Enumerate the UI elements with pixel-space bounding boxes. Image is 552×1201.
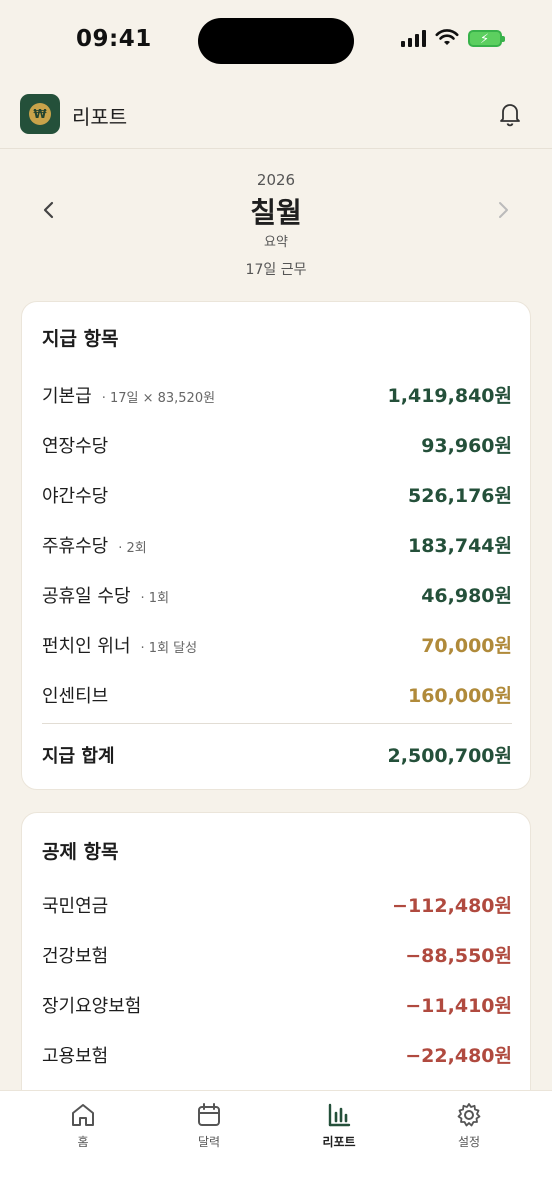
tab-label: 설정 xyxy=(457,1135,481,1149)
row-note: · 17일 × 83,520원 xyxy=(101,391,216,406)
earnings-total-row: 지급 합계 2,500,700원 xyxy=(42,738,512,768)
status-bar: 09:41 ⚡ xyxy=(0,0,552,82)
row-label: 연장수당 xyxy=(42,436,109,457)
row-label: 주휴수당 xyxy=(42,536,109,557)
row-amount: −22,480원 xyxy=(405,1045,512,1067)
row-note: · 1회 달성 xyxy=(140,641,198,656)
row-label: 건강보험 xyxy=(42,946,109,967)
row-amount: −88,550원 xyxy=(405,945,512,967)
row-amount: 46,980원 xyxy=(421,585,512,607)
tab-label: 달력 xyxy=(197,1135,221,1149)
row-label: 펀치인 위너 xyxy=(42,636,131,657)
tab-settings[interactable]: 설정 xyxy=(419,1101,519,1150)
year-label: 2026 xyxy=(256,171,296,189)
home-icon xyxy=(72,1104,94,1126)
battery-charging-icon: ⚡ xyxy=(468,29,505,47)
total-amount: 2,500,700원 xyxy=(387,745,512,767)
earnings-row: 연장수당 93,960원 xyxy=(42,428,512,458)
row-label: 공휴일 수당 xyxy=(42,586,131,607)
row-label: 야간수당 xyxy=(42,486,109,507)
gear-icon xyxy=(457,1103,481,1127)
next-month-chevron-icon[interactable] xyxy=(494,201,512,219)
summary-label: 요약 xyxy=(264,235,288,250)
deduction-row: 장기요양보험 −11,410원 xyxy=(42,988,512,1018)
page-title: 리포트 xyxy=(72,105,128,129)
earnings-row: 주휴수당 · 2회 183,744원 xyxy=(42,528,512,558)
deduction-row: 건강보험 −88,550원 xyxy=(42,938,512,968)
earnings-row: 펀치인 위너 · 1회 달성 70,000원 xyxy=(42,628,512,658)
row-label: 기본급 xyxy=(42,386,92,407)
row-amount: −112,480원 xyxy=(392,895,512,917)
earnings-row: 공휴일 수당 · 1회 46,980원 xyxy=(42,578,512,608)
tab-label: 홈 xyxy=(77,1135,89,1149)
row-note: · 1회 xyxy=(140,591,170,606)
row-amount: 1,419,840원 xyxy=(387,385,512,407)
month-label: 칠월 xyxy=(250,196,302,229)
row-label: 국민연금 xyxy=(42,896,109,917)
wifi-icon xyxy=(435,29,459,45)
calendar-icon xyxy=(198,1103,220,1126)
row-amount: −11,410원 xyxy=(405,995,512,1017)
won-coin-icon: ₩ xyxy=(29,103,51,125)
app-logo: ₩ xyxy=(20,94,60,134)
bottom-tab-bar: 홈 달력 리포트 설정 xyxy=(0,1090,552,1201)
deductions-card: 공제 항목 국민연금 −112,480원 건강보험 −88,550원 장기요양보… xyxy=(21,812,531,1132)
earnings-title: 지급 항목 xyxy=(42,328,119,350)
earnings-card: 지급 항목 기본급 · 17일 × 83,520원 1,419,840원 연장수당… xyxy=(21,301,531,790)
app-bar: ₩ 리포트 xyxy=(0,82,552,149)
row-label: 장기요양보험 xyxy=(42,996,142,1017)
dynamic-island xyxy=(198,18,354,64)
row-amount: 526,176원 xyxy=(407,485,512,507)
status-icons: ⚡ xyxy=(401,29,505,47)
earnings-row: 인센티브 160,000원 xyxy=(42,678,512,708)
deductions-title: 공제 항목 xyxy=(42,841,119,863)
tab-calendar[interactable]: 달력 xyxy=(159,1101,259,1150)
deduction-row: 국민연금 −112,480원 xyxy=(42,888,512,918)
tab-home[interactable]: 홈 xyxy=(33,1101,133,1150)
row-amount: 183,744원 xyxy=(407,535,512,557)
row-label: 고용보험 xyxy=(42,1046,109,1067)
divider xyxy=(42,723,512,724)
row-note: · 2회 xyxy=(118,541,147,556)
total-label: 지급 합계 xyxy=(42,746,115,767)
cellular-signal-icon xyxy=(401,29,426,47)
notification-bell-icon[interactable] xyxy=(498,101,522,127)
earnings-row: 기본급 · 17일 × 83,520원 1,419,840원 xyxy=(42,378,512,408)
work-days-label: 17일 근무 xyxy=(245,262,307,278)
earnings-row: 야간수당 526,176원 xyxy=(42,478,512,508)
tab-report[interactable]: 리포트 xyxy=(289,1101,389,1150)
status-time: 09:41 xyxy=(76,26,152,52)
row-amount: 93,960원 xyxy=(421,435,512,457)
row-label: 인센티브 xyxy=(42,686,109,707)
row-amount: 160,000원 xyxy=(407,685,512,707)
row-amount: 70,000원 xyxy=(421,635,512,657)
tab-label: 리포트 xyxy=(322,1135,356,1149)
deduction-row: 고용보험 −22,480원 xyxy=(42,1038,512,1068)
bar-chart-icon xyxy=(328,1103,351,1127)
